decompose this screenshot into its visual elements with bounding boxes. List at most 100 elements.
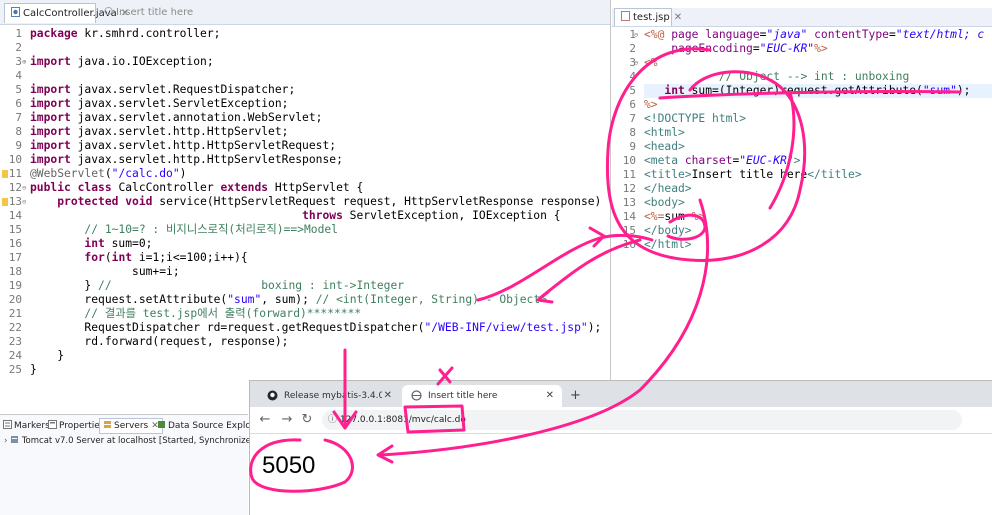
jsp-code-line[interactable]: </html> (644, 238, 692, 252)
browser-tab-insert-title-here[interactable]: Insert title here ✕ (402, 385, 562, 407)
back-arrow-icon[interactable]: ← (256, 411, 274, 429)
line-number: 8 (15, 125, 22, 138)
java-code-line[interactable]: } // boxing : int->Integer (30, 279, 404, 293)
jsp-code-line[interactable]: int sum=(Integer)request.getAttribute("s… (644, 84, 992, 98)
java-editor-tabbar: CalcController.java ✕ Insert title here (0, 0, 610, 25)
java-code-line[interactable]: import javax.servlet.RequestDispatcher; (30, 83, 295, 97)
github-icon (267, 390, 278, 401)
tab-servers[interactable]: Servers ✕ (99, 418, 163, 434)
java-code-line[interactable]: protected void service(HttpServletReques… (30, 195, 601, 209)
jsp-code-line[interactable]: <title>Insert title here</title> (644, 168, 862, 182)
jsp-code-line[interactable]: <head> (644, 140, 685, 154)
tab-markers[interactable]: Markers (3, 419, 50, 433)
line-number: 2 (629, 42, 636, 55)
fold-toggle-icon[interactable]: ⊖ (22, 181, 26, 195)
tab-properties[interactable]: Properties (48, 419, 104, 433)
forward-arrow-icon[interactable]: → (278, 411, 296, 429)
java-code-line[interactable]: import javax.servlet.http.HttpServlet; (30, 125, 288, 139)
java-file-icon (11, 7, 20, 17)
java-code-line[interactable]: import javax.servlet.ServletException; (30, 97, 288, 111)
line-number: 12 (8, 181, 22, 194)
tab-label: Properties (59, 421, 105, 431)
java-code-line[interactable]: request.setAttribute("sum", sum); // <in… (30, 293, 547, 307)
jsp-code-line[interactable]: </body> (644, 224, 692, 238)
jsp-code-line[interactable]: pageEncoding="EUC-KR"%> (644, 42, 827, 56)
java-code-line[interactable]: import javax.servlet.annotation.WebServl… (30, 111, 322, 125)
line-number: 4 (15, 69, 22, 82)
java-code-line[interactable]: // 결과를 test.jsp에서 출력(forward)******** (30, 307, 361, 321)
java-code-line[interactable]: import java.io.IOException; (30, 55, 214, 69)
jsp-code-line[interactable]: <html> (644, 126, 685, 140)
line-number: 15 (622, 224, 636, 237)
tab-calccontroller-java[interactable]: CalcController.java ✕ (4, 3, 129, 23)
line-number: 3 (629, 56, 636, 69)
jsp-code-line[interactable]: // Object --> int : unboxing (644, 70, 909, 84)
server-row-tomcat[interactable]: › Tomcat v7.0 Server at localhost [Start… (4, 435, 260, 448)
java-code-line[interactable]: rd.forward(request, response); (30, 335, 288, 349)
browser-tab-mybatis[interactable]: Release mybatis-3.4.0 - mybatis ✕ (258, 385, 400, 407)
java-code-line[interactable]: throws ServletException, IOException { (30, 209, 560, 223)
line-number: 18 (8, 265, 22, 278)
java-code-line[interactable]: @WebServlet("/calc.do") (30, 167, 186, 181)
jsp-code-line[interactable]: <%@ page language="java" contentType="te… (644, 28, 984, 42)
line-number: 24 (8, 349, 22, 362)
fold-toggle-icon[interactable]: ⊖ (22, 195, 26, 209)
tab-insert-title-here[interactable]: Insert title here (98, 3, 193, 23)
line-number: 23 (8, 335, 22, 348)
line-number: 9 (629, 140, 636, 153)
java-code-line[interactable]: int sum=0; (30, 237, 152, 251)
page-output-text: 5050 (262, 452, 316, 479)
close-tab-icon[interactable]: ✕ (546, 385, 554, 407)
java-code-line[interactable]: } (30, 349, 64, 363)
database-icon (158, 421, 165, 428)
tab-test-jsp[interactable]: test.jsp ✕ (614, 8, 682, 26)
jsp-code-line[interactable]: %> (644, 98, 658, 112)
tab-label: Servers (114, 421, 149, 431)
jsp-code-line[interactable]: <% (644, 56, 658, 70)
line-number: 16 (8, 237, 22, 250)
jsp-code-line[interactable]: <!DOCTYPE html> (644, 112, 746, 126)
warning-marker-icon[interactable] (2, 170, 8, 178)
reload-icon[interactable]: ↻ (298, 411, 316, 429)
server-status-text: Tomcat v7.0 Server at localhost [Started… (21, 436, 260, 446)
jsp-editor-tabbar: test.jsp ✕ (612, 8, 992, 27)
properties-icon (48, 420, 57, 429)
browser-tab-title: Insert title here (428, 391, 498, 401)
line-number: 5 (15, 83, 22, 96)
new-tab-button[interactable]: + (566, 385, 586, 407)
fold-toggle-icon[interactable]: ⊕ (22, 55, 26, 69)
java-code-line[interactable]: RequestDispatcher rd=request.getRequestD… (30, 321, 601, 335)
views-panel: Markers Properties Servers ✕ Data Source … (0, 414, 264, 515)
java-code-line[interactable]: for(int i=1;i<=100;i++){ (30, 251, 247, 265)
java-code-line[interactable]: import javax.servlet.http.HttpServletReq… (30, 139, 336, 153)
jsp-code-line[interactable]: <%=sum %> (644, 210, 705, 224)
jsp-code-line[interactable]: <body> (644, 196, 685, 210)
tab-label: Markers (14, 421, 50, 431)
java-code-line[interactable]: sum+=i; (30, 265, 180, 279)
java-code-line[interactable]: import javax.servlet.http.HttpServletRes… (30, 153, 343, 167)
close-tab-icon[interactable]: ✕ (384, 385, 392, 407)
markers-icon (3, 420, 12, 429)
java-code-line[interactable]: } (30, 363, 37, 377)
line-number: 19 (8, 279, 22, 292)
expand-chevron-icon[interactable]: › (4, 436, 7, 446)
java-code-line[interactable]: // 1~10=? : 비지니스로직(처리로직)==>Model (30, 223, 338, 237)
browser-window: Release mybatis-3.4.0 - mybatis ✕ Insert… (249, 380, 992, 515)
close-tab-icon[interactable]: ✕ (674, 12, 682, 23)
line-number: 10 (8, 153, 22, 166)
java-code-line[interactable]: public class CalcController extends Http… (30, 181, 363, 195)
url-text: 127.0.0.1:8081/mvc/calc.do (339, 415, 466, 425)
warning-marker-icon[interactable] (2, 198, 8, 206)
jsp-code-line[interactable]: </head> (644, 182, 692, 196)
java-code-line[interactable]: package kr.smhrd.controller; (30, 27, 220, 41)
jsp-code-line[interactable]: <meta charset="EUC-KR"> (644, 154, 800, 168)
tab-data-source-explorer[interactable]: Data Source Explorer (157, 419, 264, 433)
line-number: 1 (15, 27, 22, 40)
fold-toggle-icon[interactable]: ⊖ (634, 56, 638, 70)
line-number: 15 (8, 223, 22, 236)
line-number: 22 (8, 321, 22, 334)
tab-label: test.jsp (633, 12, 670, 23)
address-bar[interactable]: ⓘ 127.0.0.1:8081/mvc/calc.do (322, 410, 962, 430)
info-icon[interactable]: ⓘ (328, 415, 337, 425)
fold-toggle-icon[interactable]: ⊖ (634, 28, 638, 42)
